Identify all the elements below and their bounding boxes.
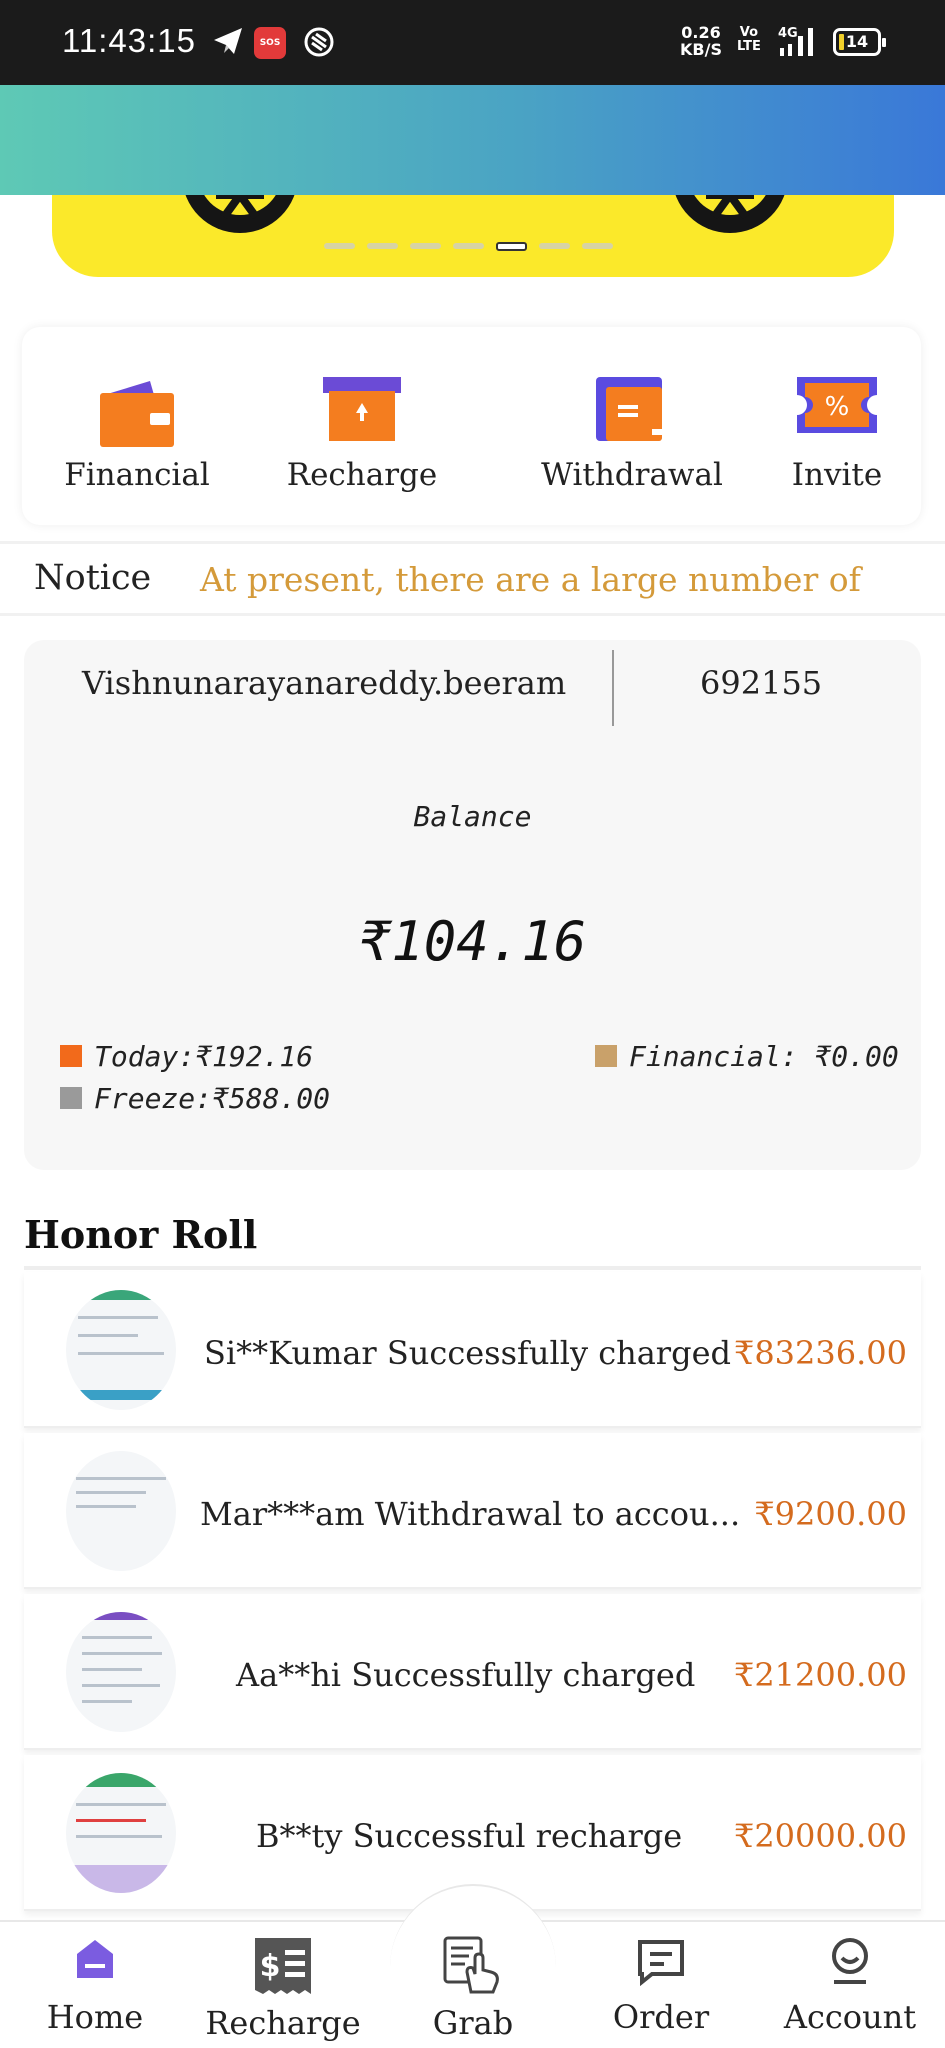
carousel-dot[interactable] [410, 243, 441, 249]
financial-value: Financial: ₹0.00 [629, 1040, 899, 1073]
volte-indicator: Vo LTE [737, 26, 761, 54]
recharge-label: Recharge [286, 457, 438, 493]
withdrawal-label: Withdrawal [541, 457, 723, 493]
nav-home[interactable]: Home [0, 1936, 190, 2036]
volte-bottom: LTE [737, 39, 761, 54]
carousel-dot[interactable] [324, 243, 355, 249]
financial-stat: Financial: ₹0.00 [595, 1040, 899, 1073]
balance-value: ₹104.16 [358, 910, 587, 973]
receipt-dollar-icon: $ [188, 1936, 378, 2000]
honor-roll-item[interactable]: Mar***am Withdrawal to accou... ₹9200.00 [24, 1433, 921, 1589]
svg-text:$: $ [260, 1949, 281, 1984]
today-value: Today:₹192.16 [94, 1040, 314, 1073]
status-time: 11:43:15 [62, 22, 197, 59]
recharge-box-icon [323, 377, 401, 445]
roll-amount: ₹21200.00 [733, 1656, 907, 1694]
nav-recharge-label: Recharge [205, 2004, 361, 2042]
notice-label: Notice [34, 558, 152, 598]
freeze-value: Freeze:₹588.00 [94, 1082, 331, 1115]
proof-thumbnail [66, 1290, 176, 1410]
nav-account-label: Account [783, 1998, 917, 2036]
coupon-percent-icon: % [797, 377, 877, 437]
battery-percent: 14 [845, 32, 869, 51]
account-icon [755, 1936, 945, 1990]
recharge-button[interactable]: Recharge [267, 327, 457, 525]
car-wheel-graphic [672, 195, 788, 233]
grab-hand-icon [378, 1936, 568, 2000]
battery-level [839, 34, 844, 50]
today-legend-square [60, 1045, 82, 1067]
roll-text: B**ty Successful recharge [256, 1817, 683, 1855]
balance-card: Vishnunarayanareddy.beeram 692155 Balanc… [24, 640, 921, 1170]
nav-grab[interactable]: Grab [378, 1936, 568, 2042]
notice-text: At present, there are a large number of [200, 560, 861, 599]
carousel-dot[interactable] [453, 243, 484, 249]
banner-carousel[interactable] [52, 195, 894, 277]
carousel-dot[interactable] [539, 243, 570, 249]
svg-text:%: % [825, 392, 850, 422]
carousel-dot-active[interactable] [496, 242, 527, 251]
honor-roll-item[interactable]: Aa**hi Successfully charged ₹21200.00 [24, 1594, 921, 1750]
quick-actions: Financial Recharge Withdrawal % Invite [22, 327, 921, 525]
volte-top: Vo [739, 25, 759, 40]
invite-button[interactable]: % Invite [757, 327, 917, 525]
roll-amount: ₹9200.00 [754, 1495, 907, 1533]
roll-text: Mar***am Withdrawal to accou... [200, 1495, 741, 1533]
proof-thumbnail [66, 1451, 176, 1571]
financial-button[interactable]: Financial [42, 327, 232, 525]
honor-roll-item[interactable]: Si**Kumar Successfully charged ₹83236.00 [24, 1272, 921, 1428]
nav-home-label: Home [46, 1998, 144, 2036]
network-type: 4G [778, 26, 798, 41]
roll-amount: ₹83236.00 [733, 1334, 907, 1372]
carousel-dot[interactable] [367, 243, 398, 249]
carousel-dot[interactable] [582, 243, 613, 249]
home-icon [0, 1936, 190, 1986]
divider [612, 650, 614, 726]
username: Vishnunarayanareddy.beeram [82, 664, 567, 702]
nav-recharge[interactable]: $ Recharge [188, 1936, 378, 2042]
freeze-stat: Freeze:₹588.00 [60, 1082, 330, 1115]
sos-icon: SOS [254, 27, 286, 59]
roll-text: Si**Kumar Successfully charged [204, 1334, 731, 1372]
speed-unit: KB/S [680, 40, 722, 59]
vpn-shield-icon [303, 26, 335, 62]
wallet-icon [98, 377, 176, 453]
battery-icon: 14 [833, 28, 886, 56]
divider [24, 1266, 921, 1270]
status-bar: 11:43:15 SOS 0.26 KB/S Vo LTE 4G 14 [0, 0, 945, 85]
carousel-indicator [324, 242, 613, 251]
balance-label: Balance [413, 800, 532, 833]
telegram-icon [212, 26, 244, 60]
nav-order-label: Order [612, 1998, 710, 2036]
nav-grab-label: Grab [432, 2004, 514, 2042]
proof-thumbnail [66, 1773, 176, 1893]
app-header [0, 85, 945, 195]
order-icon [566, 1936, 756, 1990]
nav-account[interactable]: Account [755, 1936, 945, 2036]
withdrawal-button[interactable]: Withdrawal [512, 327, 752, 525]
withdrawal-wallet-icon [596, 377, 668, 445]
speed-value: 0.26 [681, 23, 721, 42]
financial-legend-square [595, 1045, 617, 1067]
roll-amount: ₹20000.00 [733, 1817, 907, 1855]
network-speed: 0.26 KB/S [680, 24, 722, 58]
car-wheel-graphic [182, 195, 298, 233]
user-id: 692155 [700, 664, 823, 702]
invite-label: Invite [791, 457, 883, 493]
honor-roll-title: Honor Roll [24, 1212, 258, 1257]
freeze-legend-square [60, 1087, 82, 1109]
signal-icon: 4G [776, 24, 824, 64]
roll-text: Aa**hi Successfully charged [236, 1656, 696, 1694]
notice-bar[interactable]: Notice At present, there are a large num… [0, 541, 945, 616]
today-stat: Today:₹192.16 [60, 1040, 313, 1073]
financial-label: Financial [64, 457, 210, 493]
proof-thumbnail [66, 1612, 176, 1732]
nav-order[interactable]: Order [566, 1936, 756, 2036]
